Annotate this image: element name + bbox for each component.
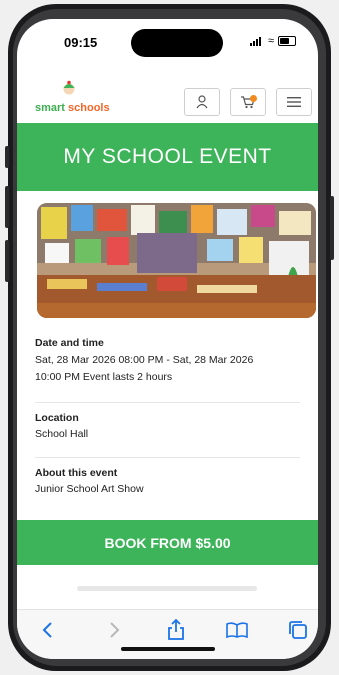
book-button-label: BOOK FROM $5.00 xyxy=(104,534,231,551)
back-icon xyxy=(42,622,52,638)
share-button[interactable] xyxy=(163,618,189,642)
divider xyxy=(35,402,300,403)
signal-icon xyxy=(249,36,264,46)
logo-mascot-icon xyxy=(63,80,75,95)
date-time-line-1: Sat, 28 Mar 2026 08:00 PM - Sat, 28 Mar … xyxy=(35,354,254,366)
location-label: Location xyxy=(35,412,79,424)
forward-button[interactable] xyxy=(101,618,127,642)
status-time: 09:15 xyxy=(64,35,98,50)
browser-toolbar xyxy=(17,609,318,659)
status-icons: ≈ xyxy=(249,35,296,47)
smart-schools-logo[interactable]: smart schools xyxy=(35,80,125,120)
page-title: MY SCHOOL EVENT xyxy=(63,145,272,168)
phone-screen: 09:15 ≈ smart schools MY SCHOOL EVENT Da… xyxy=(17,19,318,659)
tabs-icon xyxy=(289,621,307,639)
faded-text-placeholder xyxy=(77,586,257,591)
date-time-label: Date and time xyxy=(35,337,104,349)
share-icon xyxy=(168,619,184,640)
event-photo xyxy=(37,203,316,318)
site-header: smart schools xyxy=(17,74,318,121)
cart-button[interactable] xyxy=(230,88,266,116)
logo-wordmark: smart schools xyxy=(35,102,110,114)
menu-button[interactable] xyxy=(276,88,312,116)
account-button[interactable] xyxy=(184,88,220,116)
cart-count-badge xyxy=(250,95,257,102)
location-section: Location School Hall xyxy=(35,412,300,443)
hamburger-menu-icon xyxy=(287,97,301,107)
person-icon xyxy=(196,95,208,109)
home-indicator[interactable] xyxy=(121,647,215,651)
book-button[interactable]: BOOK FROM $5.00 xyxy=(17,520,318,565)
about-label: About this event xyxy=(35,467,118,479)
battery-icon xyxy=(278,36,296,46)
about-section: About this event Junior School Art Show xyxy=(35,467,300,498)
bookmarks-icon xyxy=(226,622,248,639)
art-show-photo xyxy=(37,203,316,318)
date-time-line-2: 10:00 PM Event lasts 2 hours xyxy=(35,371,173,383)
volume-down-button xyxy=(5,240,9,282)
dynamic-island xyxy=(131,29,223,57)
wifi-icon: ≈ xyxy=(267,35,274,47)
status-bar: 09:15 ≈ xyxy=(17,19,318,69)
back-button[interactable] xyxy=(35,618,61,642)
about-value: Junior School Art Show xyxy=(35,483,144,495)
forward-icon xyxy=(110,622,120,638)
location-value: School Hall xyxy=(35,428,89,440)
tabs-button[interactable] xyxy=(285,618,311,642)
bookmarks-button[interactable] xyxy=(224,618,250,642)
date-time-section: Date and time Sat, 28 Mar 2026 08:00 PM … xyxy=(35,337,300,386)
action-button xyxy=(5,146,9,168)
event-title-banner: MY SCHOOL EVENT xyxy=(17,123,318,191)
volume-up-button xyxy=(5,186,9,228)
divider xyxy=(35,457,300,458)
power-button xyxy=(330,196,334,260)
